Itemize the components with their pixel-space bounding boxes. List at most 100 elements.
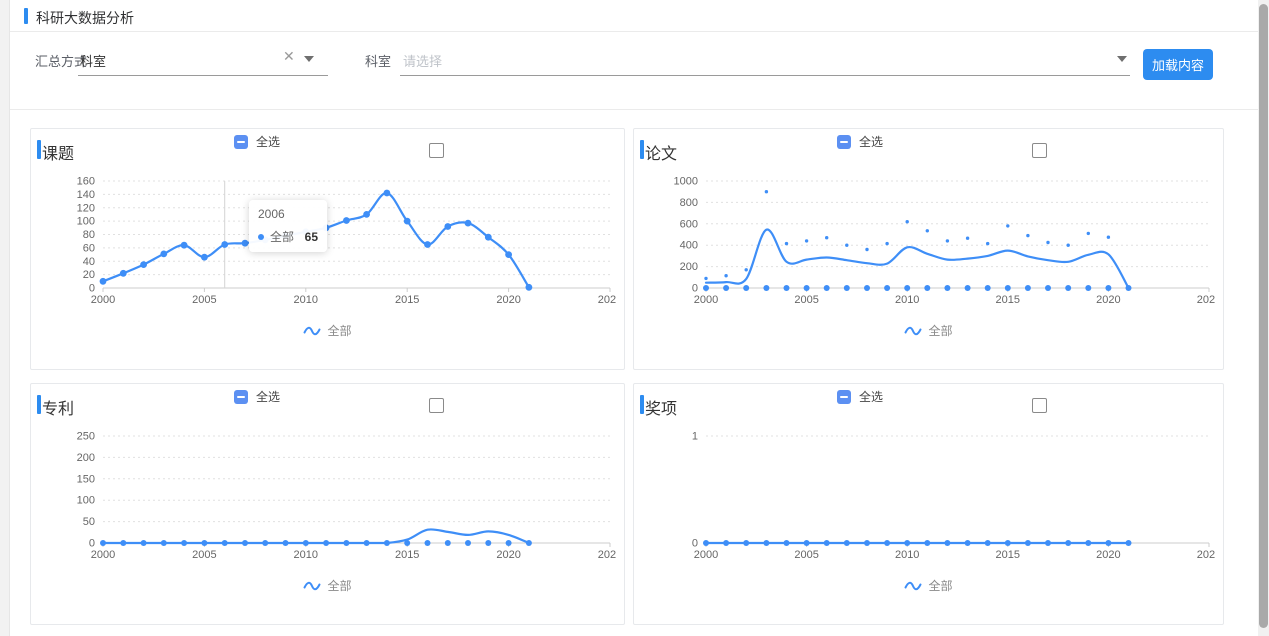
legend-label: 全部 (928, 577, 952, 594)
svg-text:2010: 2010 (294, 549, 318, 561)
svg-text:0: 0 (692, 538, 698, 550)
panel-title: 论文 (645, 140, 677, 164)
chart-legend[interactable]: 全部 (31, 577, 624, 594)
select-all-label: 全选 (256, 388, 280, 405)
svg-text:150: 150 (77, 473, 95, 485)
panel-accent-bar (37, 140, 41, 159)
legend-label: 全部 (928, 322, 952, 339)
legend-label: 全部 (327, 322, 351, 339)
svg-text:2020: 2020 (496, 294, 520, 306)
indeterminate-checkbox-icon[interactable] (234, 135, 248, 149)
svg-text:2015: 2015 (996, 294, 1020, 306)
line-series-icon (904, 581, 922, 591)
title-accent-bar (24, 8, 28, 24)
clear-icon[interactable]: ✕ (283, 49, 295, 63)
patents-panel: 专利 全选 2000200520102015202020250501001502… (30, 383, 625, 625)
panel-accent-bar (37, 395, 41, 414)
svg-text:2025: 2025 (598, 294, 616, 306)
chevron-down-icon[interactable] (304, 56, 314, 62)
svg-text:250: 250 (77, 431, 95, 443)
legend-label: 全部 (327, 577, 351, 594)
svg-text:2010: 2010 (895, 549, 919, 561)
select-all-checkbox[interactable]: 全选 (234, 388, 280, 405)
awards-panel: 奖项 全选 2000 2005 2010 2015 2020 2025 0 1 全部 (633, 383, 1224, 625)
svg-text:2025: 2025 (1197, 294, 1215, 306)
svg-text:200: 200 (680, 261, 698, 273)
line-series-icon (303, 581, 321, 591)
filter-bar: 汇总方式 科室 ✕ 科室 请选择 加载内容 (10, 33, 1258, 110)
svg-text:0: 0 (692, 283, 698, 295)
load-content-button[interactable]: 加载内容 (1143, 49, 1213, 80)
chevron-down-icon[interactable] (1117, 56, 1127, 62)
svg-text:2010: 2010 (895, 294, 919, 306)
awards-chart[interactable]: 2000 2005 2010 2015 2020 2025 0 1 (644, 428, 1215, 563)
line-series-icon (904, 326, 922, 336)
select-all-label: 全选 (859, 388, 883, 405)
svg-text:2005: 2005 (192, 549, 216, 561)
scrollbar[interactable] (1258, 0, 1269, 636)
svg-text:60: 60 (83, 242, 95, 254)
svg-text:2020: 2020 (1096, 549, 1120, 561)
svg-text:2005: 2005 (794, 549, 818, 561)
svg-text:1: 1 (692, 431, 698, 443)
topics-panel: 课题 全选 2000200520102015202020250204060801… (30, 128, 625, 370)
svg-text:50: 50 (83, 516, 95, 528)
chart-legend[interactable]: 全部 (634, 322, 1223, 339)
svg-text:80: 80 (83, 229, 95, 241)
department-placeholder: 请选择 (403, 51, 442, 70)
panel-title: 专利 (42, 395, 74, 419)
topics-chart[interactable]: 2000200520102015202020250204060801001201… (41, 173, 616, 308)
svg-text:200: 200 (77, 452, 95, 464)
indeterminate-checkbox-icon[interactable] (837, 135, 851, 149)
panel-checkbox[interactable] (1032, 143, 1047, 158)
svg-text:2025: 2025 (1197, 549, 1215, 561)
svg-text:2020: 2020 (496, 549, 520, 561)
svg-text:0: 0 (89, 538, 95, 550)
svg-text:120: 120 (77, 202, 95, 214)
select-all-checkbox[interactable]: 全选 (837, 388, 883, 405)
panel-accent-bar (640, 395, 644, 414)
tooltip-value: 65 (305, 230, 318, 244)
panel-title: 奖项 (645, 395, 677, 419)
svg-text:2015: 2015 (395, 294, 419, 306)
panel-checkbox[interactable] (429, 398, 444, 413)
svg-text:20: 20 (83, 269, 95, 281)
indeterminate-checkbox-icon[interactable] (837, 390, 851, 404)
summary-mode-value: 科室 (80, 51, 106, 70)
svg-text:2005: 2005 (192, 294, 216, 306)
panel-checkbox[interactable] (1032, 398, 1047, 413)
svg-text:100: 100 (77, 216, 95, 228)
patents-chart[interactable]: 200020052010201520202025050100150200250 (41, 428, 616, 563)
scrollbar-thumb[interactable] (1259, 4, 1268, 628)
select-all-checkbox[interactable]: 全选 (837, 133, 883, 150)
select-all-checkbox[interactable]: 全选 (234, 133, 280, 150)
svg-text:160: 160 (77, 176, 95, 188)
indeterminate-checkbox-icon[interactable] (234, 390, 248, 404)
series-dot-icon (258, 234, 264, 240)
svg-text:0: 0 (89, 283, 95, 295)
svg-text:2025: 2025 (598, 549, 616, 561)
chart-legend[interactable]: 全部 (634, 577, 1223, 594)
papers-panel: 论文 全选 2000 2005 2010 2015 2020 2025 0 200 400 600… (633, 128, 1224, 370)
department-select-underline (400, 75, 1130, 76)
papers-chart[interactable]: 2000200520102015202020250200400600800100… (644, 173, 1215, 308)
svg-text:2015: 2015 (395, 549, 419, 561)
svg-text:100: 100 (77, 495, 95, 507)
svg-text:400: 400 (680, 240, 698, 252)
summary-select-underline (78, 75, 328, 76)
svg-text:2000: 2000 (91, 294, 115, 306)
select-all-label: 全选 (256, 133, 280, 150)
chart-legend[interactable]: 全部 (31, 322, 624, 339)
panel-title: 课题 (42, 140, 74, 164)
left-gutter (0, 0, 10, 636)
svg-text:2005: 2005 (794, 294, 818, 306)
select-all-label: 全选 (859, 133, 883, 150)
svg-text:2020: 2020 (1096, 294, 1120, 306)
panel-checkbox[interactable] (429, 143, 444, 158)
svg-text:600: 600 (680, 218, 698, 230)
svg-text:2000: 2000 (694, 294, 718, 306)
svg-text:40: 40 (83, 256, 95, 268)
svg-text:800: 800 (680, 197, 698, 209)
svg-text:2000: 2000 (694, 549, 718, 561)
svg-text:2015: 2015 (996, 549, 1020, 561)
